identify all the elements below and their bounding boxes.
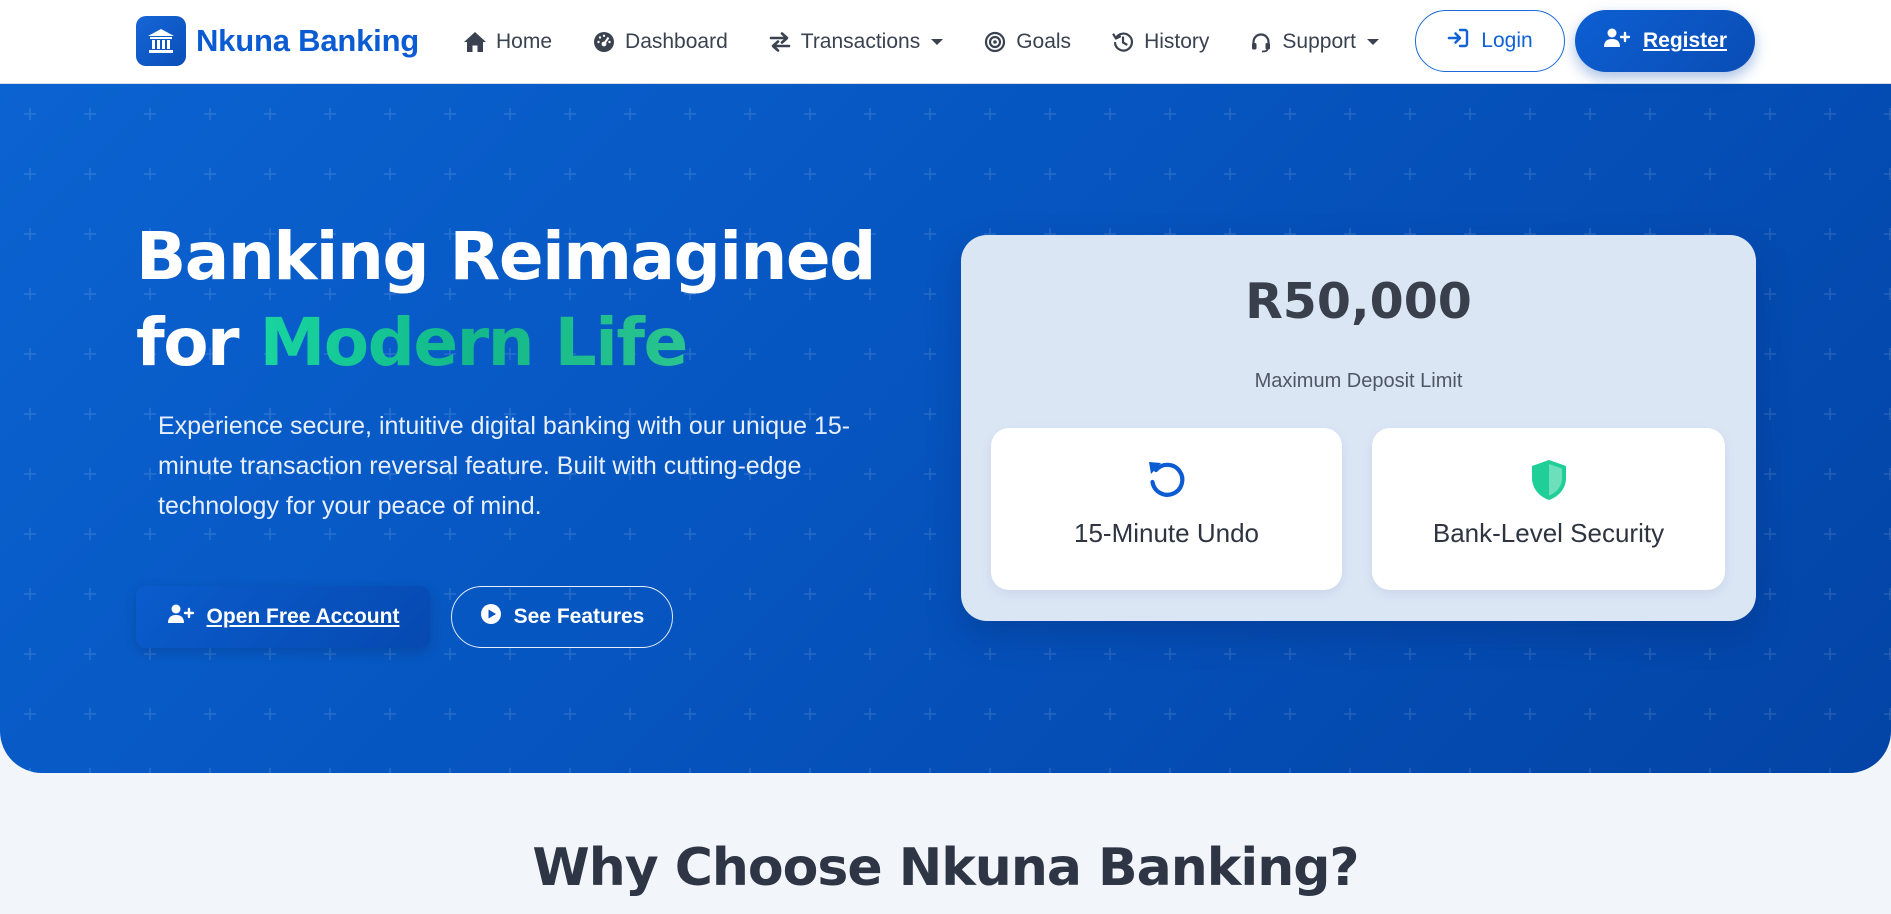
hero-title: Banking Reimagined for Modern Life [136,214,936,386]
nav-item-dashboard[interactable]: Dashboard [592,30,728,54]
open-free-account-button[interactable]: Open Free Account [136,586,430,648]
login-label: Login [1481,29,1533,52]
nav-links: Home Dashboard Transactions Goals Histor… [463,0,1419,84]
history-clock-icon [1111,30,1135,54]
nav-item-goals[interactable]: Goals [983,30,1071,54]
bank-building-icon [136,16,186,66]
nav-item-label: Home [496,30,553,53]
deposit-limit-card: R50,000 Maximum Deposit Limit 15-Minute … [961,235,1756,621]
register-button[interactable]: Register [1575,10,1755,72]
feature-title: Bank-Level Security [1432,518,1665,548]
deposit-limit-amount: R50,000 [1245,273,1472,330]
feature-title: 15-Minute Undo [1074,518,1259,548]
hero-title-line1: Banking Reimagined [136,218,876,295]
hero-title-accent: Modern Life [259,304,689,381]
user-plus-icon [167,603,195,631]
play-circle-icon [480,603,502,631]
exchange-arrows-icon [768,30,792,54]
nav-item-home[interactable]: Home [463,30,552,54]
open-account-label: Open Free Account [206,605,400,628]
register-label: Register [1642,29,1728,52]
shield-icon [1372,458,1725,502]
sign-in-icon [1447,27,1469,55]
hero-title-line2: for Modern Life [136,300,936,386]
hero-section: Banking Reimagined for Modern Life Exper… [0,84,1891,773]
chevron-down-icon [1366,39,1379,45]
target-icon [983,30,1007,54]
feature-card-security: Bank-Level Security [1372,428,1725,590]
see-features-button[interactable]: See Features [451,586,673,648]
why-choose-heading: Why Choose Nkuna Banking? [532,838,1359,898]
dashboard-gauge-icon [592,30,616,54]
nav-item-label: History [1144,30,1210,53]
home-icon [463,30,487,54]
nav-item-label: Goals [1016,30,1072,53]
user-plus-icon [1603,27,1631,55]
nav-item-history[interactable]: History [1111,30,1209,54]
deposit-limit-label: Maximum Deposit Limit [1254,370,1463,392]
brand-name: Nkuna Banking [196,23,420,58]
login-button[interactable]: Login [1415,10,1565,72]
nav-item-support[interactable]: Support [1249,30,1379,54]
nav-item-transactions[interactable]: Transactions [768,30,944,54]
top-navbar: Nkuna Banking Home Dashboard Transaction… [0,0,1891,84]
headset-icon [1249,30,1273,54]
nav-item-label: Transactions [800,30,921,53]
see-features-label: See Features [513,605,645,628]
brand-link[interactable]: Nkuna Banking [136,15,419,67]
hero-description: Experience secure, intuitive digital ban… [158,412,851,520]
nav-item-label: Dashboard [625,30,728,53]
nav-item-label: Support [1282,30,1356,53]
undo-icon [991,458,1342,500]
hero-title-plain: for [136,304,260,381]
feature-card-undo: 15-Minute Undo [991,428,1342,590]
chevron-down-icon [931,39,944,45]
